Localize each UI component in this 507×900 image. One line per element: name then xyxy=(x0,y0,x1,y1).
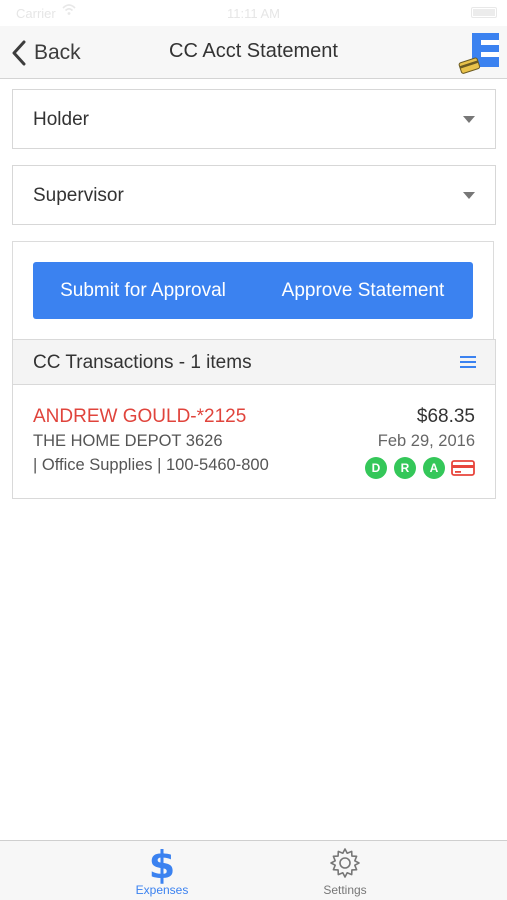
screen: Carrier 11:11 AM Back CC Acct Statement xyxy=(0,0,507,900)
status-badge-r: R xyxy=(394,457,416,479)
transactions-header: CC Transactions - 1 items xyxy=(12,339,496,385)
tab-bar: $ Expenses Settings xyxy=(0,840,507,900)
transaction-amount: $68.35 xyxy=(416,406,475,427)
battery-icon xyxy=(471,7,497,18)
status-time: 11:11 AM xyxy=(227,6,280,21)
tab-expenses[interactable]: $ Expenses xyxy=(92,841,232,900)
tab-settings[interactable]: Settings xyxy=(275,841,415,900)
transaction-date: Feb 29, 2016 xyxy=(377,432,475,450)
tab-settings-label: Settings xyxy=(323,883,367,897)
transaction-category: | Office Supplies | 100-5460-800 xyxy=(33,456,269,474)
app-logo-icon xyxy=(458,33,499,74)
dollar-icon: $ xyxy=(148,843,176,887)
supervisor-label: Supervisor xyxy=(33,185,124,206)
status-bar: Carrier 11:11 AM xyxy=(0,0,507,26)
status-badges: D R A xyxy=(358,457,475,479)
submit-for-approval-button[interactable]: Submit for Approval xyxy=(33,262,253,319)
transaction-holder-name: ANDREW GOULD-*2125 xyxy=(33,406,247,427)
holder-select[interactable]: Holder xyxy=(12,89,496,149)
gear-icon xyxy=(330,848,360,878)
tab-expenses-label: Expenses xyxy=(135,883,189,897)
hamburger-menu-icon[interactable] xyxy=(460,356,476,370)
transactions-header-label: CC Transactions - 1 items xyxy=(33,352,252,373)
caret-down-icon xyxy=(463,192,475,199)
nav-bar: Back CC Acct Statement xyxy=(0,26,507,79)
supervisor-select[interactable]: Supervisor xyxy=(12,165,496,225)
transaction-merchant: THE HOME DEPOT 3626 xyxy=(33,432,223,450)
page-title: CC Acct Statement xyxy=(169,40,338,62)
status-badge-a: A xyxy=(423,457,445,479)
status-badge-d: D xyxy=(365,457,387,479)
holder-label: Holder xyxy=(33,109,89,130)
approve-statement-button[interactable]: Approve Statement xyxy=(253,262,473,319)
actions-card: Submit for Approval Approve Statement xyxy=(12,241,494,339)
caret-down-icon xyxy=(463,116,475,123)
credit-card-icon xyxy=(451,460,475,476)
actions-bar: Submit for Approval Approve Statement xyxy=(33,262,473,319)
transaction-row[interactable]: ANDREW GOULD-*2125 $68.35 THE HOME DEPOT… xyxy=(12,385,496,499)
